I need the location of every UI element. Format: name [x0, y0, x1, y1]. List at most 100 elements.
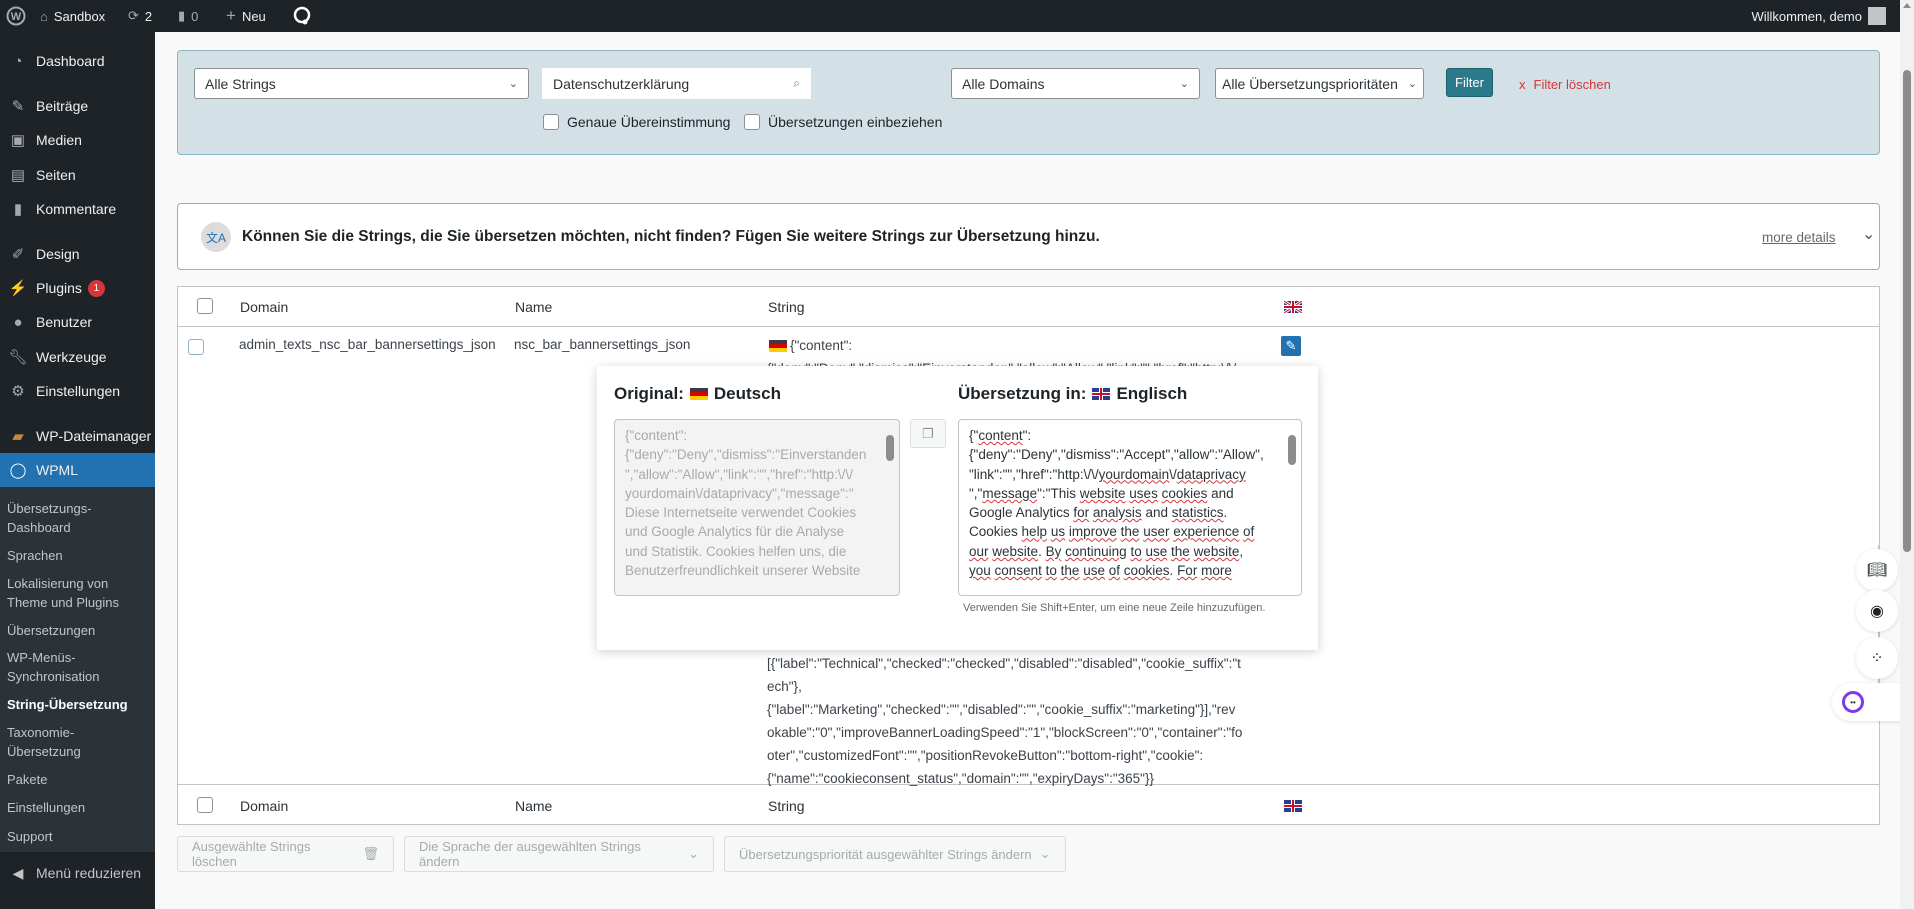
scroll-up-icon[interactable] [1903, 3, 1911, 8]
sidebar-item-media[interactable]: ▣ Medien [0, 123, 155, 157]
row-domain: admin_texts_nsc_bar_bannersettings_json [239, 337, 496, 352]
collapse-label: Menü reduzieren [36, 865, 142, 881]
notice-text: Können Sie die Strings, die Sie übersetz… [242, 228, 1100, 245]
brush-icon: ✐ [11, 246, 25, 263]
domains-select[interactable]: Alle Domains ⌄ [951, 68, 1200, 99]
value: Datenschutzerklärung [553, 75, 690, 92]
sidebar-item-settings[interactable]: ⚙ Einstellungen [0, 374, 155, 408]
account-menu[interactable]: Willkommen, demo [1751, 0, 1886, 32]
sidebar-item-pages[interactable]: ▤ Seiten [0, 158, 155, 192]
checkbox[interactable] [744, 114, 760, 130]
submenu-string-translation[interactable]: String-Übersetzung [7, 695, 128, 714]
more-details-link[interactable]: more details [1762, 230, 1836, 245]
broadcast-icon[interactable]: ◉ [1856, 590, 1898, 632]
site-name: Sandbox [53, 8, 106, 24]
column-domain: Domain [240, 798, 289, 814]
newline-hint: Verwenden Sie Shift+Enter, um eine neue … [963, 602, 1266, 614]
select-all-checkbox[interactable] [197, 298, 213, 314]
column-domain: Domain [240, 299, 289, 315]
sidebar-item-posts[interactable]: ✎ Beiträge [0, 89, 155, 123]
sidebar-item-design[interactable]: ✐ Design [0, 237, 155, 271]
comment-icon: ▮ [178, 8, 186, 23]
submenu-settings[interactable]: Einstellungen [7, 798, 85, 817]
column-string: String [768, 299, 805, 315]
include-translations-checkbox[interactable]: Übersetzungen einbeziehen [744, 114, 942, 130]
uk-flag-icon [1284, 800, 1302, 815]
translation-scrollbar[interactable] [1288, 423, 1298, 591]
clear-filter-link[interactable]: x Filter löschen [1519, 77, 1611, 92]
wpml-adminbar-icon[interactable] [292, 0, 312, 32]
change-priority-button[interactable]: Übersetzungspriorität ausgewählter Strin… [724, 836, 1066, 872]
comments-count: 0 [191, 8, 199, 24]
label: Seiten [36, 167, 76, 183]
strings-select[interactable]: Alle Strings ⌄ [194, 68, 529, 99]
original-heading: Original: Deutsch [614, 384, 781, 404]
copy-original-button[interactable]: ❐ [910, 419, 946, 448]
chevron-down-icon: ⌄ [508, 78, 518, 90]
book-icon[interactable]: 📖︎ [1856, 549, 1898, 591]
label: Original: [614, 384, 684, 403]
priority-select[interactable]: Alle Übersetzungsprioritäten ⌄ [1215, 68, 1424, 99]
site-link[interactable]: ⌂ Sandbox [40, 0, 105, 32]
apps-icon[interactable]: ⁘ [1856, 637, 1898, 679]
add-strings-notice: 文A Können Sie die Strings, die Sie übers… [177, 203, 1880, 270]
svg-text:W: W [11, 11, 22, 23]
label: Design [36, 246, 80, 262]
sidebar-item-users[interactable]: ● Benutzer [0, 305, 155, 339]
submenu-packages[interactable]: Pakete [7, 770, 47, 789]
translation-textarea[interactable]: {"content": {"deny":"Deny","dismiss":"Acc… [958, 419, 1302, 596]
translation-line: Cookies help us improve the user experie… [969, 524, 1255, 540]
row-checkbox[interactable] [188, 339, 204, 355]
wordpress-logo-icon[interactable]: W [6, 0, 26, 32]
change-language-button[interactable]: Die Sprache der ausgewählten Strings änd… [404, 836, 714, 872]
delete-selected-button[interactable]: Ausgewählte Strings löschen 🗑︎ [177, 836, 394, 872]
assistant-button[interactable]: •• [1832, 683, 1902, 721]
edit-translation-button[interactable]: ✎ [1281, 336, 1301, 356]
scrollbar-thumb[interactable] [1903, 70, 1911, 552]
label: Kommentare [36, 201, 117, 217]
label: Ausgewählte Strings löschen [192, 839, 311, 869]
label: Einstellungen [36, 383, 121, 399]
language: Englisch [1116, 384, 1188, 403]
welcome-text: Willkommen, demo [1751, 8, 1862, 24]
submenu-menu-sync[interactable]: WP-Menüs- Synchronisation [7, 648, 100, 686]
submenu-theme-plugin-localization[interactable]: Lokalisierung von Theme und Plugins [7, 574, 119, 612]
sidebar-item-plugins[interactable]: ⚡ Plugins 1 [0, 271, 155, 305]
select-all-checkbox-footer[interactable] [197, 797, 213, 813]
admin-bar: W ⌂ Sandbox ⟳ 2 ▮ 0 + Neu Willkommen, demo [0, 0, 1900, 32]
search-input[interactable]: Datenschutzerklärung ⌕ [542, 68, 811, 99]
exact-match-checkbox[interactable]: Genaue Übereinstimmung [543, 114, 730, 130]
chevron-down-icon: ⌄ [1039, 846, 1051, 861]
string-line: [{"label":"Technical","checked":"checked… [767, 656, 1241, 671]
comments-link[interactable]: ▮ 0 [178, 0, 198, 32]
chevron-down-icon: ⌄ [688, 846, 699, 861]
sidebar-item-wpml[interactable]: ◯ WPML [0, 453, 155, 487]
sidebar-item-dashboard[interactable]: ◔ Dashboard [0, 44, 155, 78]
value: Alle Strings [205, 75, 276, 92]
original-scrollbar[interactable] [886, 423, 896, 591]
wrench-icon: 🔧︎ [8, 349, 28, 366]
label: Beiträge [36, 98, 89, 114]
sidebar-item-tools[interactable]: 🔧︎ Werkzeuge [0, 340, 155, 374]
chevron-down-icon[interactable]: ⌄ [1862, 224, 1875, 244]
filter-button[interactable]: Filter [1446, 68, 1493, 97]
submenu-taxonomy-translation[interactable]: Taxonomie- Übersetzung [7, 723, 81, 761]
checkbox[interactable] [543, 114, 559, 130]
uk-flag-icon [1092, 388, 1111, 400]
assistant-icon: •• [1842, 691, 1864, 713]
original-textarea[interactable]: {"content": {"deny":"Deny","dismiss":"Ei… [614, 419, 900, 596]
sidebar-item-comments[interactable]: ▮ Kommentare [0, 192, 155, 226]
new-link[interactable]: + Neu [226, 0, 266, 32]
page-scrollbar[interactable] [1900, 0, 1914, 909]
translation-popup: Original: Deutsch Übersetzung in: Englisch… [597, 366, 1318, 650]
translation-line: "link":"","href":"http:\/\/yourdomain\/d… [969, 466, 1246, 482]
submenu-support[interactable]: Support [7, 827, 53, 846]
submenu-translation-dashboard[interactable]: Übersetzungs- Dashboard [7, 499, 92, 537]
folder-icon: ▰ [12, 428, 24, 445]
submenu-translations[interactable]: Übersetzungen [7, 621, 95, 640]
collapse-menu[interactable]: ◀ Menü reduzieren [0, 858, 155, 888]
sidebar-item-file-manager[interactable]: ▰ WP-Dateimanager [0, 419, 155, 453]
submenu-languages[interactable]: Sprachen [7, 546, 63, 565]
label: WP-Dateimanager [36, 428, 152, 444]
updates-link[interactable]: ⟳ 2 [128, 0, 152, 32]
